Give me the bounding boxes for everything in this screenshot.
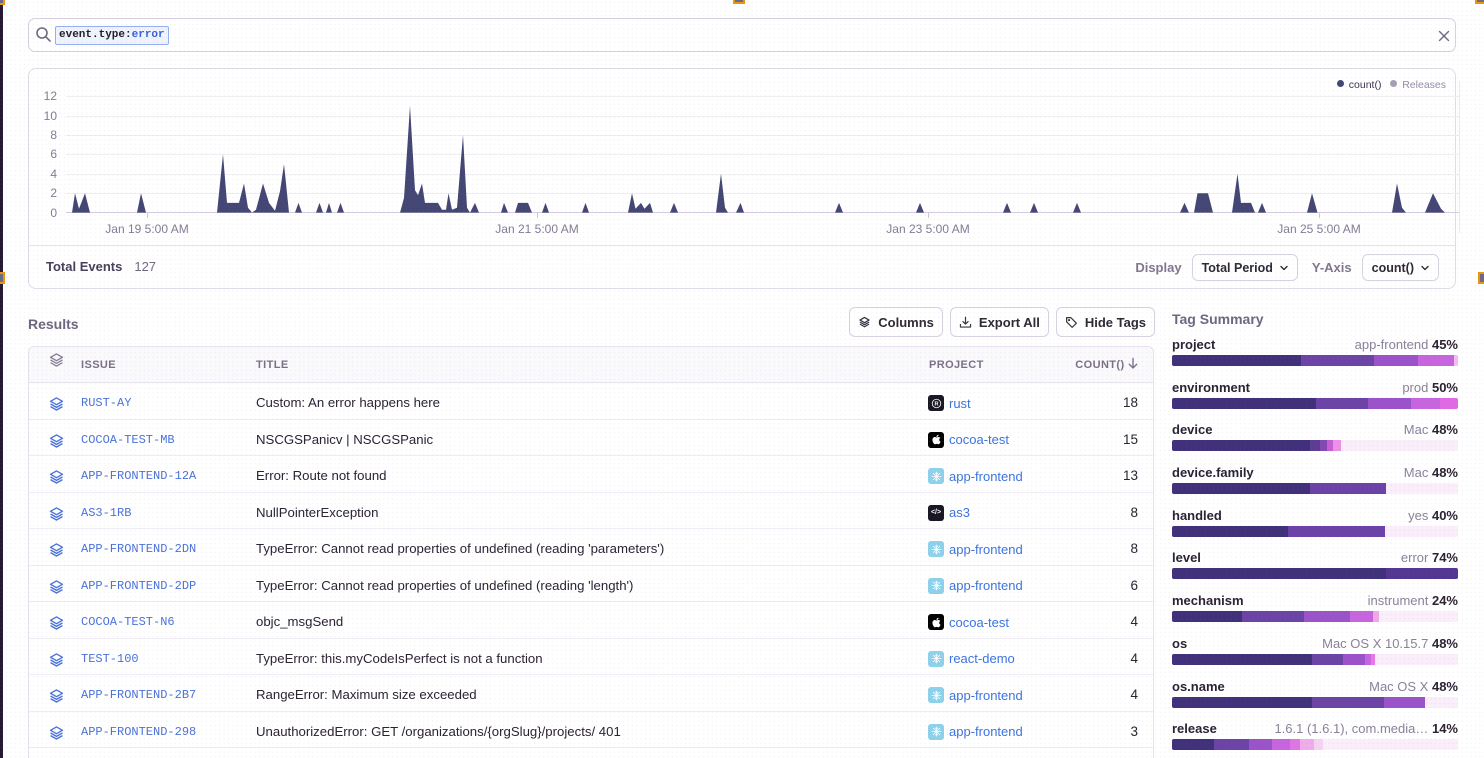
svg-text:R: R <box>934 401 938 407</box>
